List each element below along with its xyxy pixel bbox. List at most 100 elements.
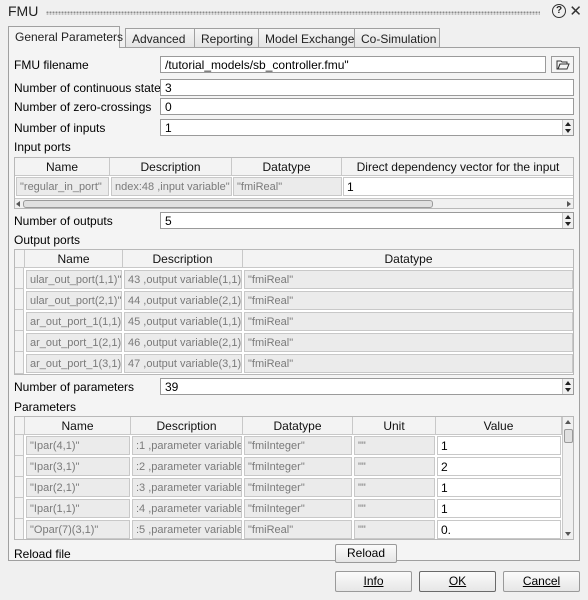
zero-crossings-input[interactable]: 0 — [160, 98, 574, 115]
column-header[interactable]: Value — [436, 417, 562, 435]
table-cell[interactable]: "fmiReal" — [244, 354, 573, 373]
column-header[interactable]: Description — [131, 417, 243, 435]
tab-advanced[interactable]: Advanced — [125, 28, 195, 48]
horizontal-scrollbar[interactable] — [15, 198, 573, 208]
reload-button[interactable]: Reload — [335, 544, 397, 563]
row-header[interactable] — [15, 352, 24, 374]
parameters-count-spinbox[interactable]: 39 — [160, 378, 574, 395]
table-cell[interactable]: "fmiInteger" — [244, 499, 352, 518]
tab-reporting[interactable]: Reporting — [194, 28, 259, 48]
scrollbar-thumb[interactable] — [23, 200, 433, 208]
ok-button[interactable]: OK — [419, 571, 496, 592]
scroll-down-icon[interactable] — [565, 532, 571, 536]
table-cell-editable[interactable]: 1 — [343, 177, 573, 196]
table-cell[interactable]: 43 ,output variable(1,1)" — [124, 270, 242, 289]
table-cell[interactable]: ar_out_port_1(3,1)" — [26, 354, 122, 373]
table-cell[interactable]: "fmiReal" — [244, 333, 573, 352]
table-cell[interactable]: :5 ,parameter variable" — [132, 520, 242, 539]
table-cell[interactable]: 45 ,output variable(1,1)" — [124, 312, 242, 331]
corner-header — [15, 250, 25, 268]
fmu-filename-input[interactable]: /tutorial_models/sb_controller.fmu" — [160, 56, 546, 73]
row-header[interactable] — [15, 519, 24, 539]
table-cell-editable[interactable]: 1 — [437, 436, 561, 455]
scroll-left-icon[interactable] — [16, 201, 20, 207]
parameters-count-stepper[interactable] — [562, 379, 573, 394]
scrollbar-thumb[interactable] — [564, 429, 573, 443]
table-cell[interactable]: "regular_in_port" — [16, 177, 109, 196]
column-header[interactable]: Datatype — [243, 250, 573, 268]
browse-button[interactable] — [551, 56, 574, 73]
info-button[interactable]: Info — [335, 571, 412, 592]
table-cell[interactable]: "fmiReal" — [244, 312, 573, 331]
table-cell[interactable]: :4 ,parameter variable" — [132, 499, 242, 518]
cancel-button-label: Cancel — [522, 574, 561, 588]
table-cell[interactable]: ular_out_port(1,1)" — [26, 270, 122, 289]
table-cell[interactable]: "fmiReal" — [244, 520, 352, 539]
table-cell[interactable]: :1 ,parameter variable" — [132, 436, 242, 455]
column-header[interactable]: Datatype — [243, 417, 353, 435]
row-header[interactable] — [15, 268, 24, 289]
row-header[interactable] — [15, 331, 24, 352]
continuous-states-input[interactable]: 3 — [160, 79, 574, 96]
row-header[interactable] — [15, 435, 24, 456]
table-cell[interactable]: :3 ,parameter variable" — [132, 478, 242, 497]
title-bar[interactable]: FMU ? ✕ — [0, 0, 588, 22]
table-cell[interactable]: "fmiReal" — [244, 270, 573, 289]
parameters-count-value: 39 — [165, 380, 179, 394]
table-cell-editable[interactable]: 1 — [437, 499, 561, 518]
table-cell[interactable]: "" — [354, 520, 435, 539]
table-cell[interactable]: "Ipar(3,1)" — [26, 457, 130, 476]
table-cell[interactable]: "Opar(7)(3,1)" — [26, 520, 130, 539]
table-cell-editable[interactable]: 1 — [437, 478, 561, 497]
vertical-scrollbar[interactable] — [562, 417, 573, 539]
table-cell[interactable]: ndex:48 ,input variable" — [111, 177, 232, 196]
table-cell[interactable]: ar_out_port_1(2,1)" — [26, 333, 122, 352]
table-cell[interactable]: "Ipar(4,1)" — [26, 436, 130, 455]
table-cell[interactable]: "Ipar(1,1)" — [26, 499, 130, 518]
tab-model-exchange[interactable]: Model Exchange — [258, 28, 355, 48]
inputs-stepper[interactable] — [562, 120, 573, 135]
table-cell[interactable]: "fmiInteger" — [244, 436, 352, 455]
column-header[interactable]: Description — [110, 158, 232, 176]
table-cell[interactable]: "fmiReal" — [244, 291, 573, 310]
table-cell[interactable]: :2 ,parameter variable" — [132, 457, 242, 476]
column-header[interactable]: Name — [25, 250, 123, 268]
column-header[interactable]: Datatype — [232, 158, 342, 176]
outputs-stepper[interactable] — [562, 213, 573, 228]
table-cell[interactable]: ular_out_port(2,1)" — [26, 291, 122, 310]
table-cell-editable[interactable]: 0. — [437, 520, 561, 539]
column-header[interactable]: Name — [15, 158, 110, 176]
row-header[interactable] — [15, 477, 24, 498]
table-cell[interactable]: "" — [354, 499, 435, 518]
outputs-spinbox[interactable]: 5 — [160, 212, 574, 229]
column-header[interactable]: Unit — [353, 417, 436, 435]
table-cell[interactable]: ar_out_port_1(1,1)" — [26, 312, 122, 331]
column-header[interactable]: Direct dependency vector for the input — [342, 158, 573, 176]
table-cell[interactable]: "" — [354, 457, 435, 476]
table-cell[interactable]: "fmiInteger" — [244, 457, 352, 476]
row-header[interactable] — [15, 310, 24, 331]
drag-grip[interactable] — [46, 11, 540, 15]
table-cell[interactable]: 47 ,output variable(3,1)" — [124, 354, 242, 373]
column-header[interactable]: Name — [25, 417, 131, 435]
table-cell[interactable]: "fmiReal" — [233, 177, 342, 196]
table-cell[interactable]: 46 ,output variable(2,1)" — [124, 333, 242, 352]
scroll-up-icon[interactable] — [565, 420, 571, 424]
table-cell[interactable]: "Ipar(2,1)" — [26, 478, 130, 497]
scroll-right-icon[interactable] — [567, 201, 571, 207]
row-header[interactable] — [15, 498, 24, 519]
row-header[interactable] — [15, 289, 24, 310]
close-icon[interactable]: ✕ — [569, 2, 582, 20]
table-cell-editable[interactable]: 2 — [437, 457, 561, 476]
table-cell[interactable]: "" — [354, 478, 435, 497]
table-cell[interactable]: "fmiInteger" — [244, 478, 352, 497]
table-cell[interactable]: "" — [354, 436, 435, 455]
help-icon[interactable]: ? — [552, 4, 566, 18]
tab-general-parameters[interactable]: General Parameters — [8, 26, 123, 48]
tab-co-simulation[interactable]: Co-Simulation — [354, 28, 440, 48]
cancel-button[interactable]: Cancel — [503, 571, 580, 592]
table-cell[interactable]: 44 ,output variable(2,1)" — [124, 291, 242, 310]
inputs-spinbox[interactable]: 1 — [160, 119, 574, 136]
column-header[interactable]: Description — [123, 250, 243, 268]
row-header[interactable] — [15, 456, 24, 477]
